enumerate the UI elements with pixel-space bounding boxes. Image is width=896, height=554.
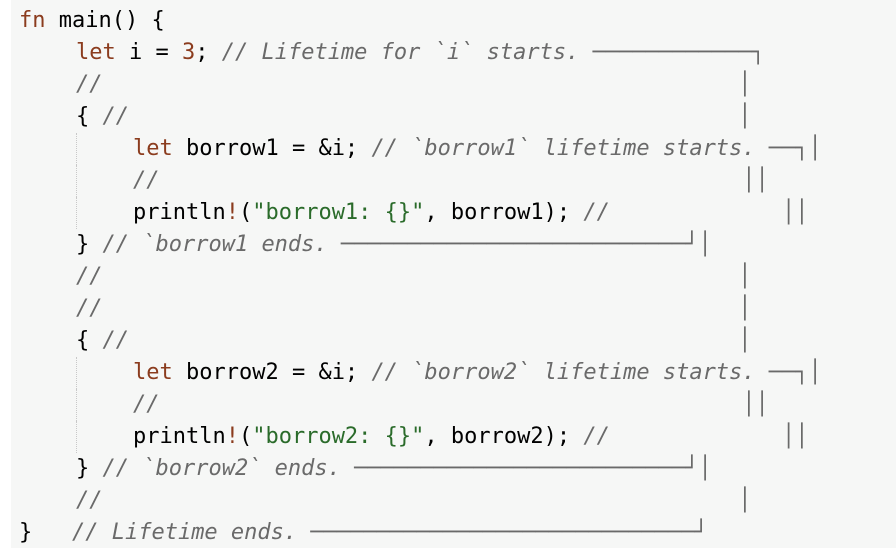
code-line: println!("borrow2: {}", borrow2); // ││: [19, 421, 822, 453]
indentation: [19, 37, 76, 69]
code-line: { // │: [19, 101, 822, 133]
comment-token: // │: [76, 488, 752, 513]
keyword-token: let: [133, 360, 173, 385]
code-line: // ││: [19, 165, 822, 197]
code-token: println: [133, 200, 226, 225]
comment-token: // │: [102, 328, 752, 353]
code-token: println: [133, 424, 226, 449]
code-token: (: [238, 200, 253, 225]
code-token: , borrow1);: [424, 200, 584, 225]
code-line: let borrow1 = &i; // `borrow1` lifetime …: [19, 133, 822, 165]
indent-guide: [76, 133, 77, 165]
macro-bang-token: !: [225, 200, 239, 225]
comment-token: // `borrow2` lifetime starts. ──┐│: [371, 360, 822, 385]
string-token: "borrow2: {}": [252, 424, 425, 449]
comment-token: // ││: [583, 200, 809, 225]
code-token: {: [76, 104, 103, 129]
code-line: println!("borrow1: {}", borrow1); // ││: [19, 197, 822, 229]
keyword-token: let: [133, 136, 173, 161]
indent-guide: [76, 389, 77, 421]
code-line: // ││: [19, 389, 822, 421]
indentation: [19, 261, 76, 293]
comment-token: // │: [76, 72, 752, 97]
indentation: [19, 229, 76, 261]
comment-token: // `borrow1 ends. ──────────────────────…: [102, 232, 712, 257]
string-token: "borrow1: {}": [252, 200, 425, 225]
indentation: [19, 453, 76, 485]
indent-guide: [76, 357, 77, 389]
comment-token: // │: [76, 264, 752, 289]
code-token: }: [76, 456, 103, 481]
comment-token: // `borrow2` ends. ─────────────────────…: [102, 456, 712, 481]
number-token: 3: [181, 40, 196, 65]
code-token: i =: [115, 40, 182, 65]
code-listing: fn main() {let i = 3; // Lifetime for `i…: [19, 5, 822, 548]
code-token: {: [76, 328, 103, 353]
comment-token: // `borrow1` lifetime starts. ──┐│: [371, 136, 822, 161]
comment-token: // ││: [583, 424, 809, 449]
code-line: let borrow2 = &i; // `borrow2` lifetime …: [19, 357, 822, 389]
code-block: fn main() {let i = 3; // Lifetime for `i…: [11, 0, 896, 548]
code-token: }: [76, 232, 103, 257]
comment-token: // ││: [133, 168, 769, 193]
code-token: borrow2 = &i;: [172, 360, 372, 385]
keyword-token: fn: [19, 8, 46, 33]
code-line: // │: [19, 293, 822, 325]
code-token: ;: [195, 40, 222, 65]
indentation: [19, 293, 76, 325]
code-line: // │: [19, 69, 822, 101]
comment-token: // ││: [133, 392, 769, 417]
code-token: (: [238, 424, 253, 449]
code-token: main() {: [45, 8, 165, 33]
indent-guide: [76, 421, 77, 453]
indentation: [19, 101, 76, 133]
code-token: , borrow2);: [424, 424, 584, 449]
code-line: // │: [19, 261, 822, 293]
code-line: // │: [19, 485, 822, 517]
code-line: } // Lifetime ends. ────────────────────…: [19, 517, 822, 548]
indent-guide: [76, 197, 77, 229]
macro-bang-token: !: [225, 424, 239, 449]
comment-token: // Lifetime ends. ──────────────────────…: [71, 520, 708, 545]
code-line: } // `borrow2` ends. ───────────────────…: [19, 453, 822, 485]
code-line: let i = 3; // Lifetime for `i` starts. ─…: [19, 37, 822, 69]
indent-guide: [76, 165, 77, 197]
keyword-token: let: [76, 40, 116, 65]
code-token: }: [19, 520, 72, 545]
comment-token: // │: [76, 296, 752, 321]
indentation: [19, 325, 76, 357]
code-line: } // `borrow1 ends. ────────────────────…: [19, 229, 822, 261]
code-line: fn main() {: [19, 5, 822, 37]
comment-token: // │: [102, 104, 752, 129]
code-token: borrow1 = &i;: [172, 136, 372, 161]
indentation: [19, 69, 76, 101]
indentation: [19, 485, 76, 517]
code-line: { // │: [19, 325, 822, 357]
comment-token: // Lifetime for `i` starts. ────────────…: [221, 40, 765, 65]
